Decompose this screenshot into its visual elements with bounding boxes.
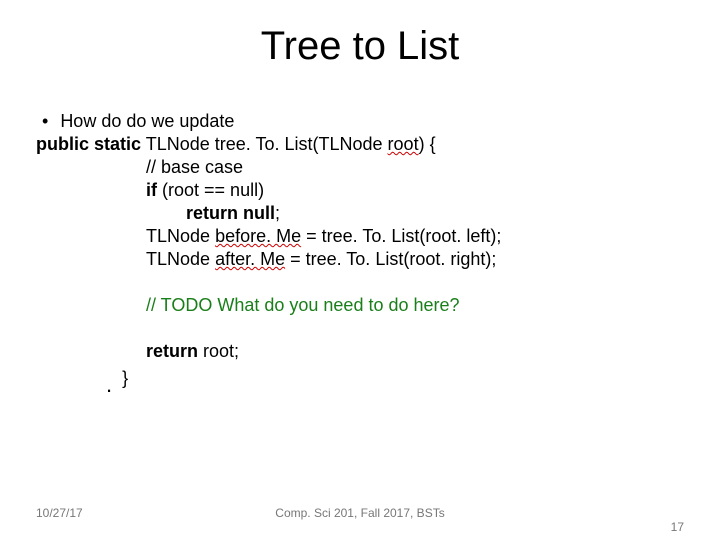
c4-var: before. Me <box>215 226 301 246</box>
blank-1 <box>36 271 684 294</box>
footer-course: Comp. Sci 201, Fall 2017, BSTs <box>0 506 720 520</box>
ret-val: root; <box>198 341 239 361</box>
slide-title: Tree to List <box>0 24 720 69</box>
c4-rest: = tree. To. List(root. left); <box>301 226 501 246</box>
code-after-me: TLNode after. Me = tree. To. List(root. … <box>36 248 684 271</box>
c5-rest: = tree. To. List(root. right); <box>285 249 496 269</box>
kw-return: return <box>146 341 198 361</box>
code-return-root: return root; <box>36 340 684 363</box>
sig-type-text: TLNode <box>146 134 210 154</box>
kw-return-null: return null <box>186 203 275 223</box>
c5-var: after. Me <box>215 249 285 269</box>
code-closing: . } <box>36 367 684 390</box>
bullet-how: How do do we update <box>36 110 684 133</box>
code-before-me: TLNode before. Me = tree. To. List(root.… <box>36 225 684 248</box>
code-todo: // TODO What do you need to do here? <box>36 294 684 317</box>
c4-type: TLNode <box>146 226 210 246</box>
code-signature: public static TLNode tree. To. List(TLNo… <box>36 133 684 156</box>
semicolon-1: ; <box>275 203 280 223</box>
if-cond: (root == null) <box>162 180 264 200</box>
footer-date: 10/27/17 <box>36 506 83 520</box>
sig-arg-text: root <box>388 134 419 154</box>
slide-body: How do do we update public static TLNode… <box>36 110 684 390</box>
sig-fn-text: tree. To. List(TLNode <box>215 134 383 154</box>
code-base-case: // base case <box>36 156 684 179</box>
blank-2 <box>36 317 684 340</box>
code-if: if (root == null) <box>36 179 684 202</box>
kw-public-static: public static <box>36 134 141 154</box>
slide: Tree to List How do do we update public … <box>0 0 720 540</box>
slide-footer: 10/27/17 Comp. Sci 201, Fall 2017, BSTs … <box>0 506 720 520</box>
kw-if: if <box>146 180 157 200</box>
closing-brace: } <box>122 367 128 390</box>
code-return-null: return null; <box>36 202 684 225</box>
closing-dot: . <box>106 374 122 396</box>
sig-close: ) { <box>419 134 436 154</box>
c5-type: TLNode <box>146 249 210 269</box>
footer-page-number: 17 <box>671 520 684 534</box>
